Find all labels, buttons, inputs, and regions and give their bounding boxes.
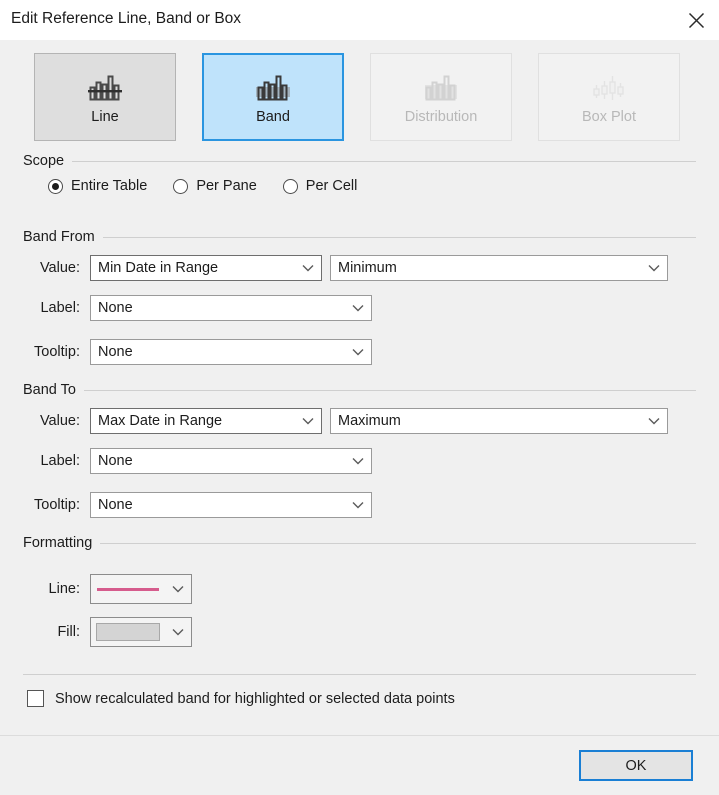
band-from-tooltip-text: None	[98, 344, 133, 360]
band-from-title: Band From	[23, 228, 103, 246]
band-to-divider	[23, 390, 696, 391]
band-to-label-select[interactable]: None	[90, 448, 372, 474]
formatting-title: Formatting	[23, 534, 101, 552]
band-from-label-label: Label:	[40, 300, 80, 316]
line-color-swatch	[91, 575, 165, 603]
band-to-group: Band To	[0, 381, 719, 399]
scope-radio-group: Entire Table Per Pane Per Cell	[48, 178, 383, 194]
radio-entire-table-label: Entire Table	[71, 178, 148, 194]
formatting-divider	[23, 543, 696, 544]
dialog-footer: OK	[0, 735, 719, 795]
histogram-band-icon	[256, 69, 290, 103]
formatting-group: Formatting	[0, 534, 719, 552]
scope-group: Scope Entire Table Per Pane Per Cell	[0, 152, 719, 194]
tab-box-plot[interactable]: Box Plot	[538, 53, 680, 141]
tab-distribution-label: Distribution	[404, 109, 478, 126]
chevron-down-icon	[345, 501, 371, 509]
radio-entire-table-mark	[48, 178, 63, 194]
band-from-label-text: None	[98, 300, 133, 316]
band-to-tooltip-select[interactable]: None	[90, 492, 372, 518]
recalculated-divider	[23, 674, 696, 675]
band-to-value-row: Value: Max Date in Range Maximum	[0, 408, 719, 434]
band-from-value-text: Min Date in Range	[98, 260, 219, 276]
chevron-down-icon	[295, 417, 321, 425]
title-bar: Edit Reference Line, Band or Box	[0, 0, 719, 40]
chevron-down-icon	[345, 457, 371, 465]
fill-style-select[interactable]	[90, 617, 192, 647]
tab-band[interactable]: Band	[202, 53, 344, 141]
band-from-aggregation-text: Minimum	[338, 260, 397, 276]
band-to-value-text: Max Date in Range	[98, 413, 223, 429]
band-from-tooltip-select[interactable]: None	[90, 339, 372, 365]
tab-box-plot-label: Box Plot	[582, 109, 636, 126]
reference-type-tabs: Line Band Distribution Box Plot	[34, 53, 686, 141]
chevron-down-icon	[165, 628, 191, 636]
chevron-down-icon	[345, 348, 371, 356]
tab-band-label: Band	[256, 109, 290, 126]
box-plot-icon	[592, 69, 626, 103]
radio-entire-table[interactable]: Entire Table	[48, 178, 147, 194]
band-from-group: Band From	[0, 228, 719, 246]
formatting-line-label: Line:	[48, 581, 80, 597]
tab-line-label: Line	[91, 109, 119, 126]
line-style-select[interactable]	[90, 574, 192, 604]
radio-per-pane[interactable]: Per Pane	[173, 178, 257, 194]
band-to-label-label: Label:	[40, 453, 80, 469]
band-to-title: Band To	[23, 381, 84, 399]
fill-color-swatch	[91, 618, 165, 646]
band-to-value-label: Value:	[39, 413, 80, 429]
band-to-tooltip-text: None	[98, 497, 133, 513]
histogram-line-icon	[88, 69, 122, 103]
show-recalculated-band-checkbox[interactable]: Show recalculated band for highlighted o…	[27, 690, 455, 707]
chevron-down-icon	[295, 264, 321, 272]
tab-line[interactable]: Line	[34, 53, 176, 141]
radio-per-cell-label: Per Cell	[305, 178, 358, 194]
close-icon	[688, 12, 704, 28]
chevron-down-icon	[165, 585, 191, 593]
band-from-label-row: Label: None	[0, 295, 719, 321]
radio-per-pane-mark	[173, 178, 189, 194]
radio-per-pane-label: Per Pane	[196, 178, 257, 194]
chevron-down-icon	[641, 264, 667, 272]
chevron-down-icon	[345, 304, 371, 312]
chevron-down-icon	[641, 417, 667, 425]
band-from-divider	[23, 237, 696, 238]
show-recalculated-band-label: Show recalculated band for highlighted o…	[55, 690, 455, 707]
dialog-body: Line Band Distribution Box Plot Scope En…	[0, 40, 719, 735]
close-button[interactable]	[673, 0, 719, 40]
checkbox-mark	[27, 690, 44, 707]
band-to-aggregation-select[interactable]: Maximum	[330, 408, 668, 434]
radio-per-cell-mark	[282, 178, 298, 194]
band-to-value-select[interactable]: Max Date in Range	[90, 408, 322, 434]
formatting-fill-label: Fill:	[57, 624, 80, 640]
band-from-label-select[interactable]: None	[90, 295, 372, 321]
line-sample	[97, 587, 159, 591]
scope-divider	[23, 161, 696, 162]
band-to-tooltip-row: Tooltip: None	[0, 492, 719, 518]
band-from-value-select[interactable]: Min Date in Range	[90, 255, 322, 281]
band-from-tooltip-row: Tooltip: None	[0, 339, 719, 365]
band-to-aggregation-text: Maximum	[338, 413, 401, 429]
fill-sample	[96, 623, 160, 641]
band-to-tooltip-label: Tooltip:	[34, 497, 80, 513]
band-to-label-row: Label: None	[0, 448, 719, 474]
histogram-distribution-icon	[424, 69, 458, 103]
band-to-label-text: None	[98, 453, 133, 469]
band-from-value-label: Value:	[39, 260, 80, 276]
scope-title: Scope	[23, 152, 73, 170]
tab-distribution[interactable]: Distribution	[370, 53, 512, 141]
radio-per-cell[interactable]: Per Cell	[282, 178, 358, 194]
formatting-line-row: Line:	[0, 574, 719, 604]
band-from-tooltip-label: Tooltip:	[34, 344, 80, 360]
footer-divider	[0, 735, 719, 736]
formatting-fill-row: Fill:	[0, 617, 719, 647]
ok-button[interactable]: OK	[579, 750, 693, 781]
window-title: Edit Reference Line, Band or Box	[11, 10, 242, 27]
band-from-value-row: Value: Min Date in Range Minimum	[0, 255, 719, 281]
band-from-aggregation-select[interactable]: Minimum	[330, 255, 668, 281]
